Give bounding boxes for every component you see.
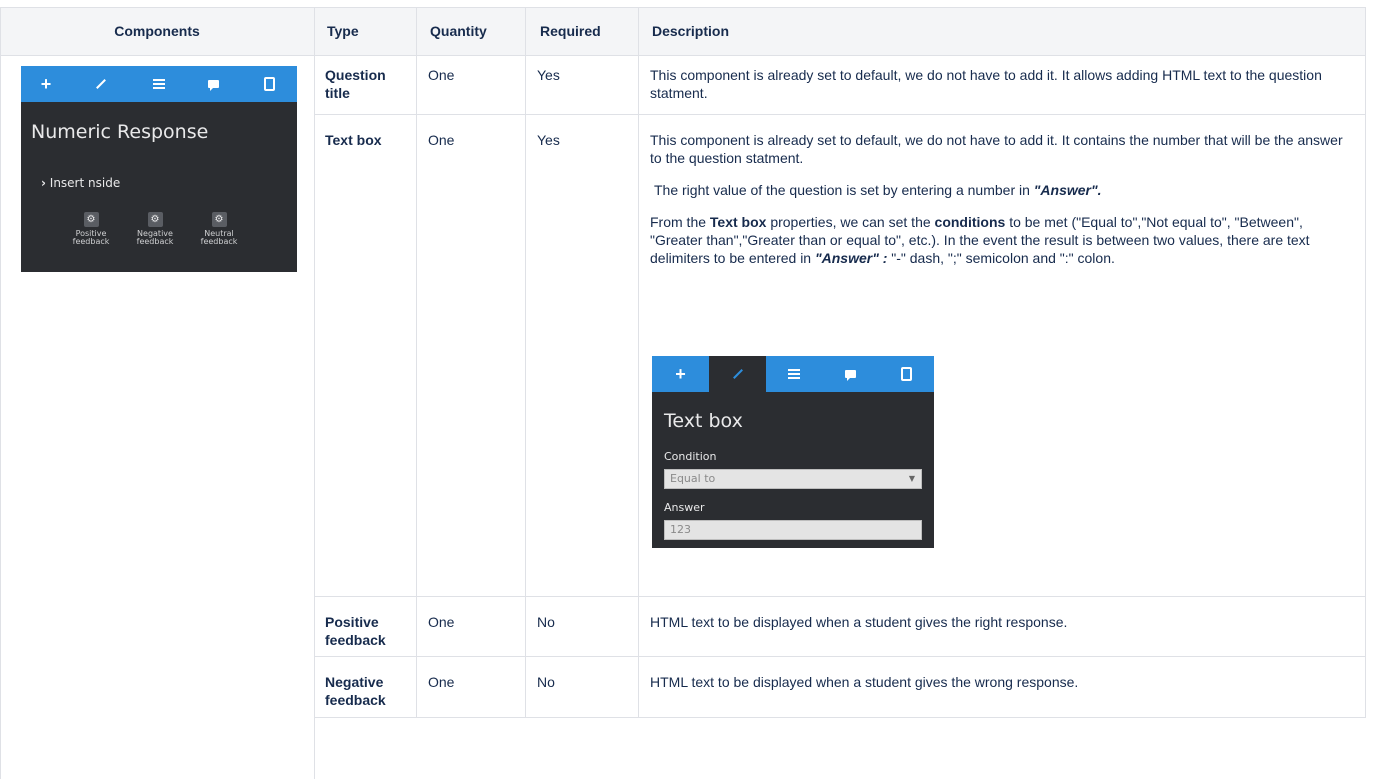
component-label: Neutral feedback [200,229,238,246]
row-divider [314,656,1366,657]
row-type: Positive feedback [325,614,386,648]
panel-tabbar: + [652,356,934,392]
textbox-properties-panel: + Text box Condition Equal to ▼ Answer 1… [652,356,934,548]
header-type: Type [327,23,359,39]
row-divider [314,596,1366,597]
header-quantity: Quantity [430,23,487,39]
row-description: This component is already set to default… [650,67,1322,101]
answer-label: Answer [664,501,705,514]
row-quantity: One [428,132,455,148]
description-paragraph: From the Text box properties, we can set… [650,214,1310,266]
row-divider [314,114,1366,115]
answer-input[interactable]: 123 [664,520,922,540]
column-divider [314,7,315,779]
panel-tabbar: + [21,66,297,102]
panel-title: Text box [664,410,743,432]
insert-section-toggle[interactable]: › Insert nside [41,176,120,190]
row-required: Yes [537,132,560,148]
row-required: Yes [537,67,560,83]
row-description: HTML text to be displayed when a student… [650,674,1079,690]
component-negative-feedback[interactable]: ⚙ Negative feedback [135,212,175,246]
mobile-icon[interactable] [241,66,297,102]
component-positive-feedback[interactable]: ⚙ Positive feedback [71,212,111,246]
condition-select[interactable]: Equal to ▼ [664,469,922,489]
pencil-icon[interactable] [709,356,766,392]
chevron-right-icon: › [41,176,46,190]
add-icon[interactable]: + [652,356,709,392]
caret-down-icon: ▼ [908,474,915,483]
table-border-left [0,7,1,779]
gears-icon: ⚙ [83,212,99,227]
pencil-icon[interactable] [71,66,131,102]
chat-icon[interactable] [186,66,241,102]
row-description: HTML text to be displayed when a student… [650,614,1068,630]
panel-title: Numeric Response [31,121,209,143]
row-required: No [537,614,555,630]
header-description: Description [652,23,730,39]
column-divider [525,7,526,717]
header-required: Required [540,23,601,39]
column-divider [416,7,417,717]
insert-label: Insert nside [49,176,121,190]
header-components: Components [114,23,200,39]
column-divider [638,7,639,717]
table-border-right [1365,7,1366,717]
row-quantity: One [428,67,455,83]
condition-label: Condition [664,450,717,463]
row-type: Negative feedback [325,674,386,708]
description-paragraph: The right value of the question is set b… [654,182,1102,198]
row-required: No [537,674,555,690]
row-divider [314,717,1366,718]
list-icon[interactable] [131,66,186,102]
component-neutral-feedback[interactable]: ⚙ Neutral feedback [199,212,239,246]
list-icon[interactable] [766,356,822,392]
row-type: Question title [325,67,386,101]
component-panel: + Numeric Response › Insert nside ⚙ Posi… [21,66,297,272]
table-header-divider [0,55,1366,56]
gears-icon: ⚙ [211,212,227,227]
description-paragraph: This component is already set to default… [650,132,1343,166]
mobile-icon[interactable] [878,356,934,392]
gears-icon: ⚙ [147,212,163,227]
row-type: Text box [325,132,382,148]
component-label: Negative feedback [136,229,174,246]
add-icon[interactable]: + [21,66,71,102]
chat-icon[interactable] [822,356,878,392]
row-quantity: One [428,674,455,690]
row-quantity: One [428,614,455,630]
row-description: This component is already set to default… [650,131,1350,267]
component-label: Positive feedback [72,229,110,246]
